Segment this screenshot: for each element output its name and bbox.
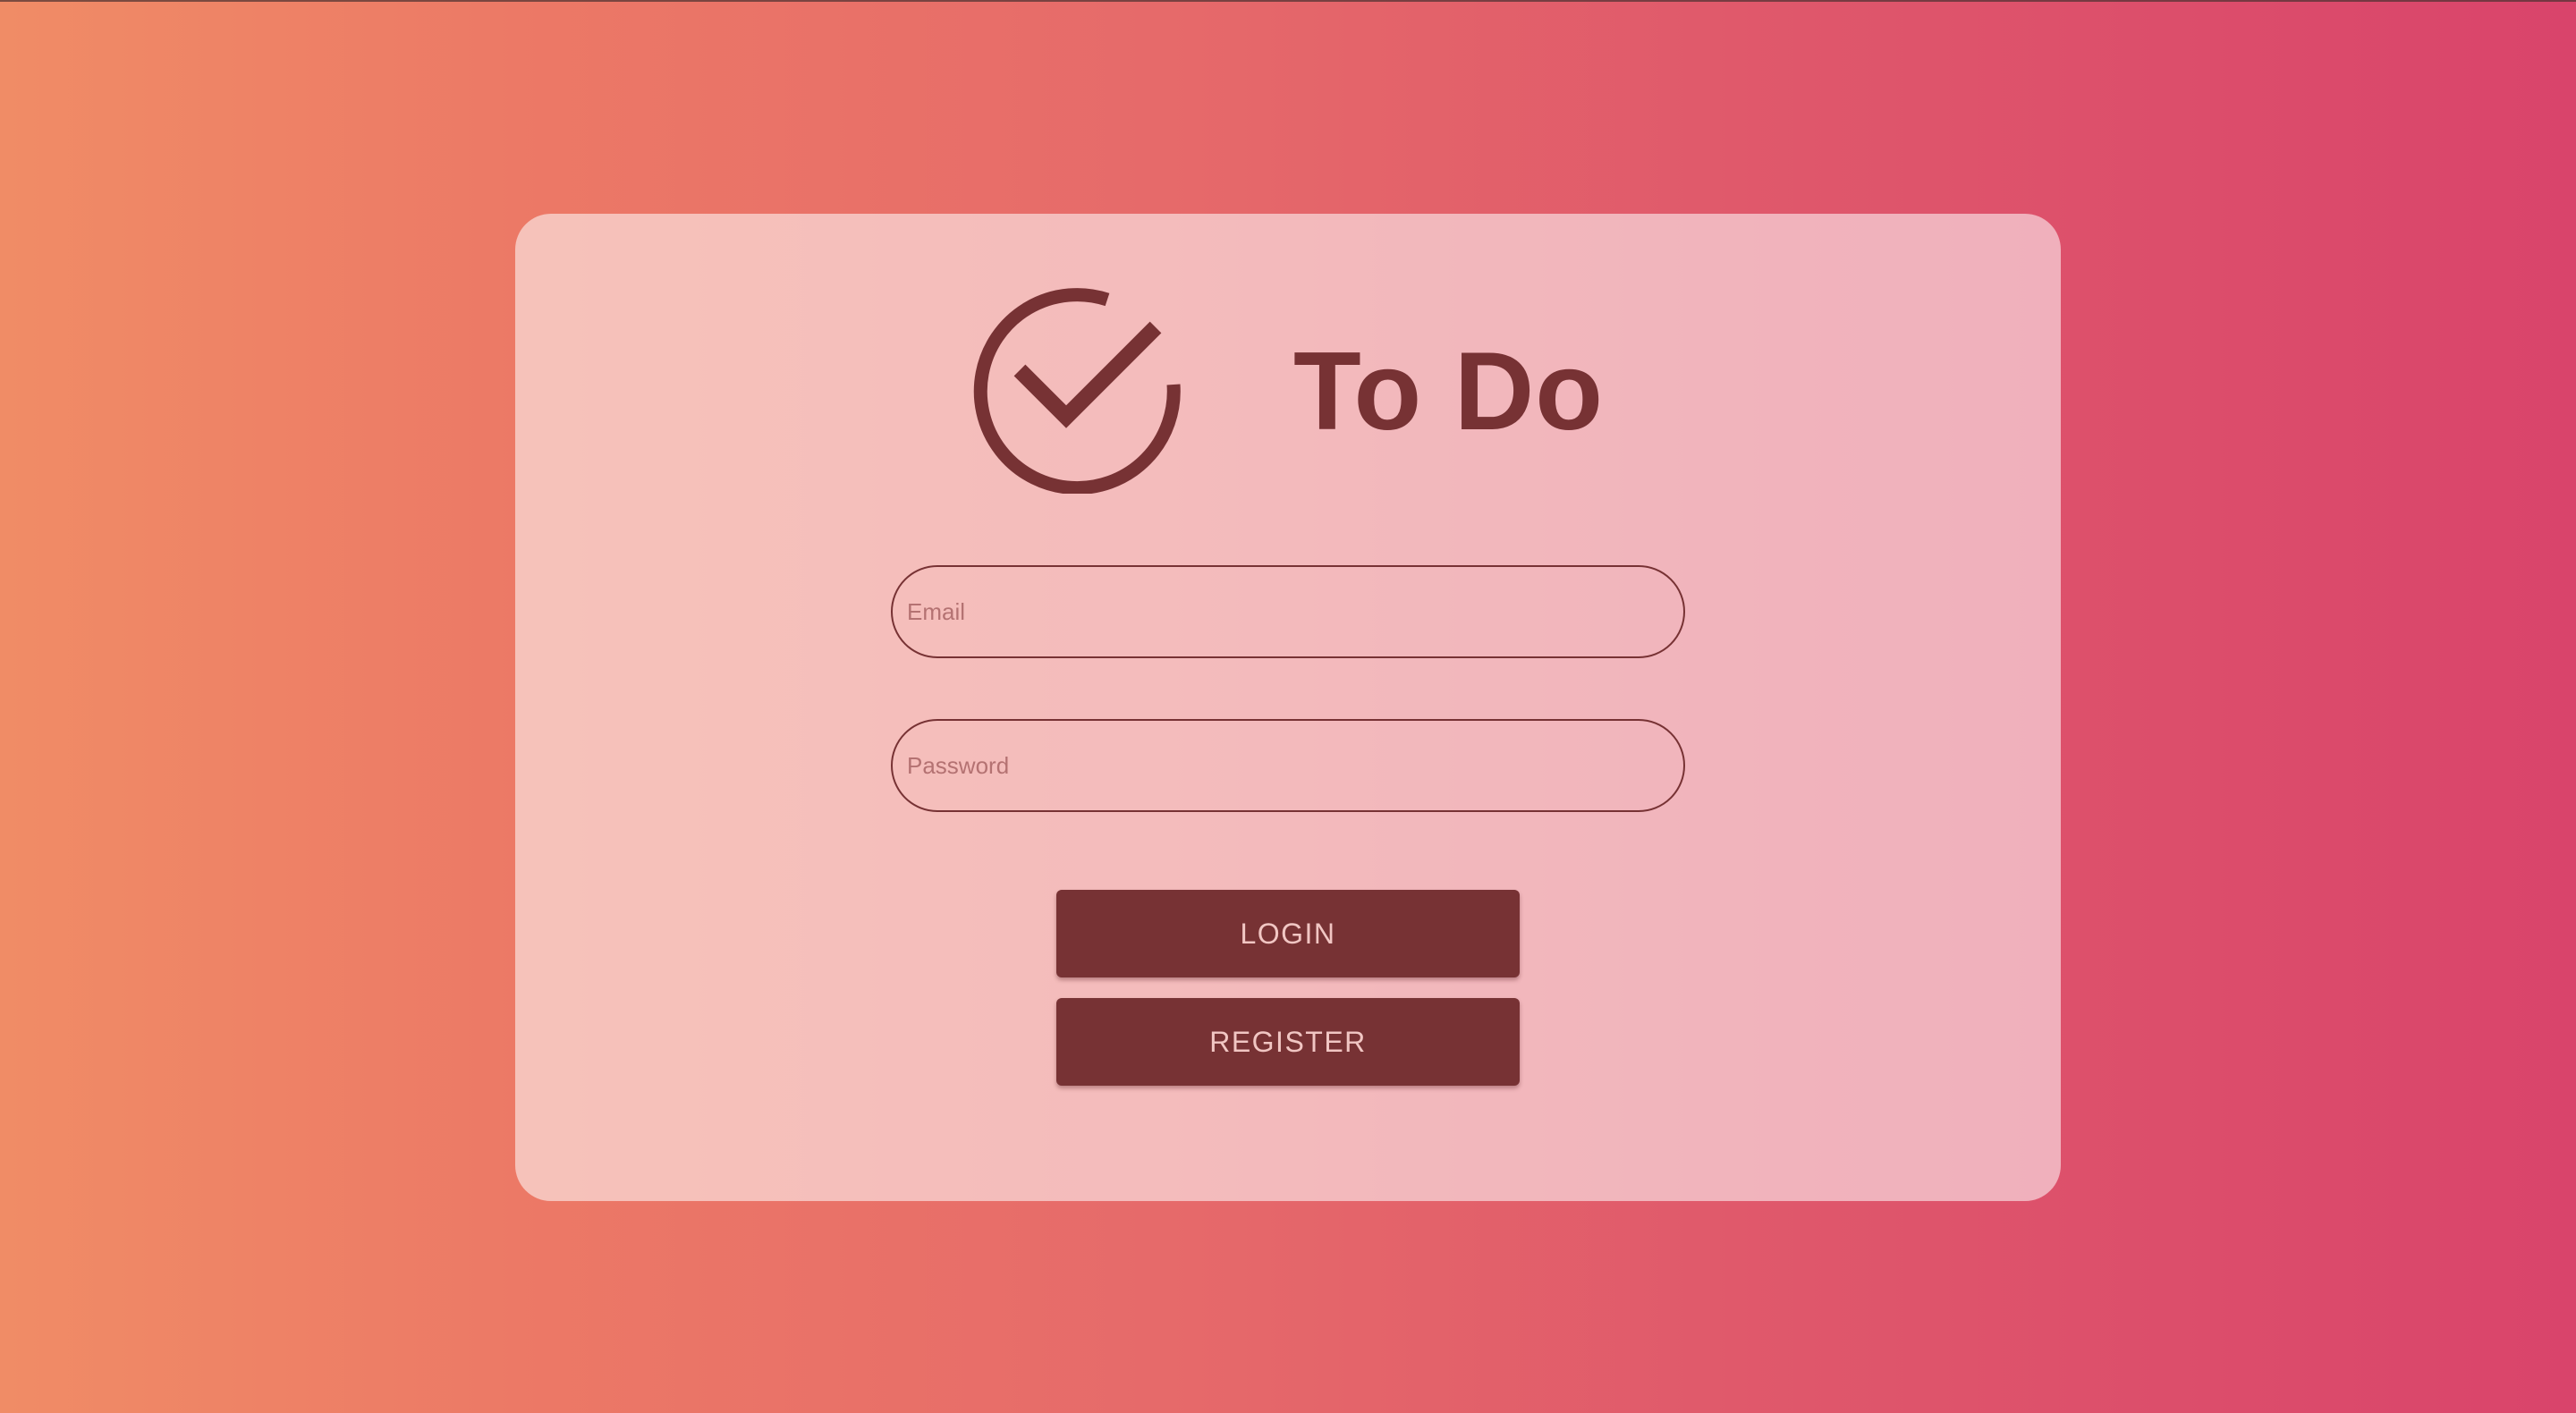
- window-top-edge: [0, 0, 2576, 2]
- register-button[interactable]: REGISTER: [1056, 998, 1520, 1086]
- brand-header: To Do: [973, 286, 1617, 501]
- login-button[interactable]: LOGIN: [1056, 890, 1520, 977]
- email-field[interactable]: [891, 565, 1685, 658]
- check-circle-icon: [973, 286, 1181, 494]
- password-field[interactable]: [891, 719, 1685, 812]
- app-title: To Do: [1293, 330, 1605, 453]
